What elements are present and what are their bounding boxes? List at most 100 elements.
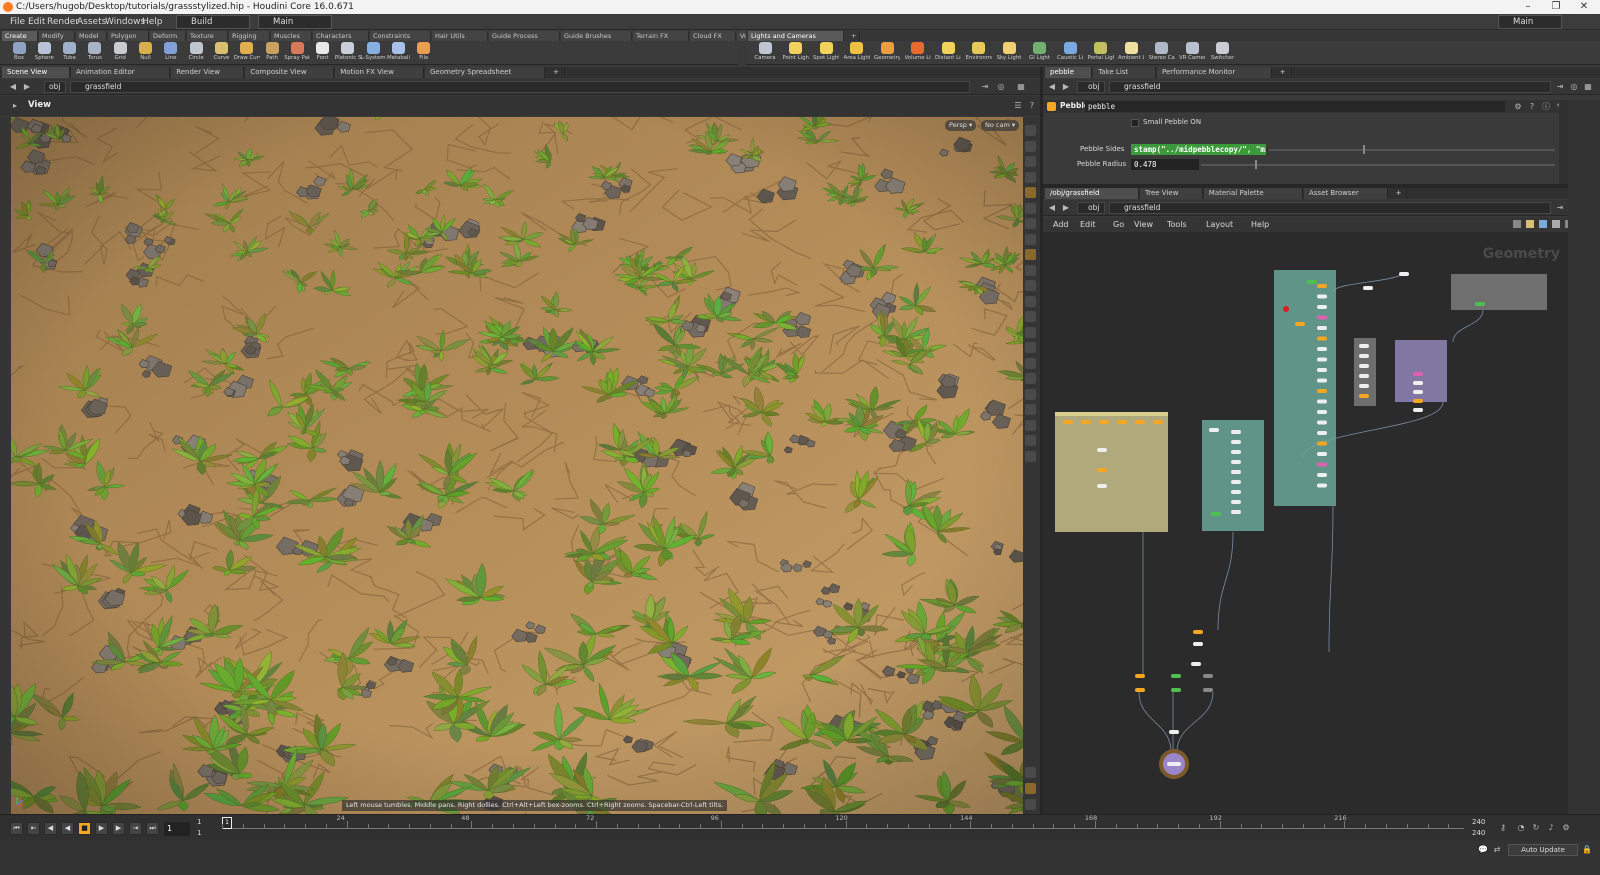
network-tab-obj-grassfield[interactable]: /obj/grassfield (1045, 188, 1139, 199)
viewport-info-icon[interactable] (1025, 767, 1036, 778)
shelf-file-tool[interactable]: File (411, 42, 437, 65)
snap-tool-icon[interactable] (1025, 218, 1036, 229)
network-editor[interactable]: Geometry (1043, 232, 1568, 814)
network-menu-edit[interactable]: Edit (1080, 217, 1096, 232)
pebble-sides-slider-handle[interactable] (1363, 145, 1365, 154)
scene-tab-composite-view[interactable]: Composite View (245, 67, 335, 78)
message-icon[interactable]: 💬 (1478, 845, 1488, 855)
shelf-path-tool[interactable]: Path (259, 42, 285, 65)
shelf-curve-tool[interactable]: Curve (208, 42, 234, 65)
net-path-root[interactable]: obj (1077, 202, 1105, 214)
play-reverse-button[interactable]: ◀ (61, 822, 74, 835)
shelf-l-system-tool[interactable]: L-System (360, 42, 386, 65)
pin-icon[interactable]: ⇥ (980, 82, 990, 92)
pin-tool-icon[interactable] (1025, 233, 1036, 245)
light-point-light-tool[interactable]: Point Light (783, 42, 809, 65)
snapshot-tool-icon[interactable] (1025, 450, 1036, 462)
maximize-button[interactable]: ❐ (1542, 0, 1570, 14)
minimize-button[interactable]: – (1514, 0, 1542, 14)
shelf-line-tool[interactable]: Line (158, 42, 184, 65)
shelf-left-tab-guide-process[interactable]: Guide Process (489, 31, 560, 41)
light-environment-light-tool[interactable]: Environment Light (966, 42, 992, 65)
network-tab-asset-browser[interactable]: Asset Browser (1304, 188, 1388, 199)
camera-tool-icon[interactable] (1025, 171, 1036, 183)
end-frame-label[interactable]: 240 (1472, 818, 1485, 826)
node-name-field[interactable]: pebble (1085, 101, 1505, 112)
back-arrow-icon[interactable]: ◀ (8, 82, 18, 92)
pebble-sides-expression[interactable]: stamp("../midpebblecopy/", "mic (1131, 144, 1266, 155)
light-spot-light-tool[interactable]: Spot Light (813, 42, 839, 65)
group-tool-icon[interactable] (1025, 357, 1036, 369)
shelf-left-tab-texture[interactable]: Texture (187, 31, 228, 41)
shelf-left-tab-modify[interactable]: Modify (39, 31, 75, 41)
shelf-left-tab-rigging[interactable]: Rigging (229, 31, 270, 41)
network-menu-add[interactable]: Add (1053, 217, 1069, 232)
start-frame-label[interactable]: 1 (197, 818, 201, 826)
param-path-root[interactable]: obj (1077, 81, 1105, 93)
shelf-left-tab-polygon[interactable]: Polygon (108, 31, 149, 41)
light-ambient-light-tool[interactable]: Ambient Light (1118, 42, 1144, 65)
param-tab-performance-monitor[interactable]: Performance Monitor (1157, 67, 1272, 78)
rotate-tool-icon[interactable] (1025, 326, 1036, 338)
desktop-select[interactable]: Main (258, 15, 332, 29)
shelf-tube-tool[interactable]: Tube (57, 42, 83, 65)
small-pebble-toggle[interactable] (1131, 119, 1139, 127)
display-options-icon[interactable]: ☰ (1013, 101, 1023, 111)
magnet-tool-icon[interactable] (1025, 295, 1036, 307)
pebble-radius-slider-handle[interactable] (1254, 160, 1257, 169)
scene-add-tab-button[interactable]: + (548, 67, 565, 78)
net-forward-icon[interactable]: ▶ (1061, 203, 1071, 213)
shelf-left-tab-muscles[interactable]: Muscles (271, 31, 312, 41)
network-menu-go[interactable]: Go (1113, 217, 1124, 232)
perspective-menu[interactable]: Persp ▾ (945, 120, 977, 131)
light-gi-light-tool[interactable]: GI Light (1027, 42, 1053, 65)
close-button[interactable]: ✕ (1570, 0, 1598, 14)
network-tab-material-palette[interactable]: Material Palette (1203, 188, 1303, 199)
light-tool-icon[interactable] (1025, 202, 1036, 214)
flipbook-tool-icon[interactable] (1025, 435, 1036, 446)
scene-viewport[interactable]: Persp ▾ No cam ▾ Left mouse tumbles. Mid… (11, 117, 1023, 814)
param-back-icon[interactable]: ◀ (1047, 82, 1057, 92)
network-add-tab-button[interactable]: + (1391, 188, 1408, 199)
global-anim-options-icon[interactable]: ⚙ (1561, 823, 1571, 833)
light-portal-light-tool[interactable]: Portal Light (1088, 42, 1114, 65)
net-back-icon[interactable]: ◀ (1047, 203, 1057, 213)
path-root[interactable]: obj (44, 81, 66, 93)
shelf-left-tab-cloud-fx[interactable]: Cloud FX (690, 31, 736, 41)
gear-icon[interactable]: ⚙ (1513, 102, 1523, 112)
menu-assets[interactable]: Assets (77, 14, 106, 30)
viewer-help-icon[interactable]: ? (1027, 101, 1037, 111)
shelf-font-tool[interactable]: Font (310, 42, 336, 65)
text-tool-icon[interactable] (1025, 404, 1036, 415)
scene-tab-animation-editor[interactable]: Animation Editor (71, 67, 171, 78)
shelf-metaball-tool[interactable]: Metaball (386, 42, 412, 65)
link-status-icon[interactable]: ⇄ (1492, 845, 1502, 855)
step-forward-button[interactable]: ▶ (112, 822, 125, 835)
help-icon[interactable]: ? (1527, 102, 1537, 112)
display-toggle-icon[interactable] (1025, 783, 1036, 794)
audio-icon[interactable]: ♪ (1546, 823, 1556, 833)
update-lock-icon[interactable]: 🔒 (1582, 845, 1592, 855)
menu-help[interactable]: Help (142, 14, 163, 30)
network-menu-help[interactable]: Help (1251, 217, 1269, 232)
shelf-left-tab-create[interactable]: Create (2, 31, 38, 41)
net-path-node[interactable]: grassfield (1109, 202, 1551, 214)
light-area-light-tool[interactable]: Area Light (844, 42, 870, 65)
shelf-left-tab-guide-brushes[interactable]: Guide Brushes (561, 31, 632, 41)
pane-settings-icon[interactable]: ▦ (1016, 82, 1026, 92)
scene-tab-motion-fx-view[interactable]: Motion FX View (335, 67, 424, 78)
param-path-node[interactable]: grassfield (1109, 81, 1551, 93)
screenshot-icon[interactable] (1025, 799, 1036, 810)
scene-tab-render-view[interactable]: Render View (171, 67, 245, 78)
param-add-tab-button[interactable]: + (1275, 67, 1292, 78)
path-node[interactable]: grassfield (70, 81, 970, 93)
light-caustic-light-tool[interactable]: Caustic Light (1057, 42, 1083, 65)
shelf-circle-tool[interactable]: Circle (183, 42, 209, 65)
network-menu-tools[interactable]: Tools (1167, 217, 1187, 232)
shelf-left-tab-deform[interactable]: Deform (150, 31, 186, 41)
shelf-left-tab-model[interactable]: Model (76, 31, 107, 41)
key-icon[interactable]: ⚷ (1498, 823, 1508, 833)
range-end-label[interactable]: 240 (1472, 829, 1485, 837)
auto-update-button[interactable]: Auto Update (1508, 844, 1578, 856)
light-camera-tool[interactable]: Camera (752, 42, 778, 65)
